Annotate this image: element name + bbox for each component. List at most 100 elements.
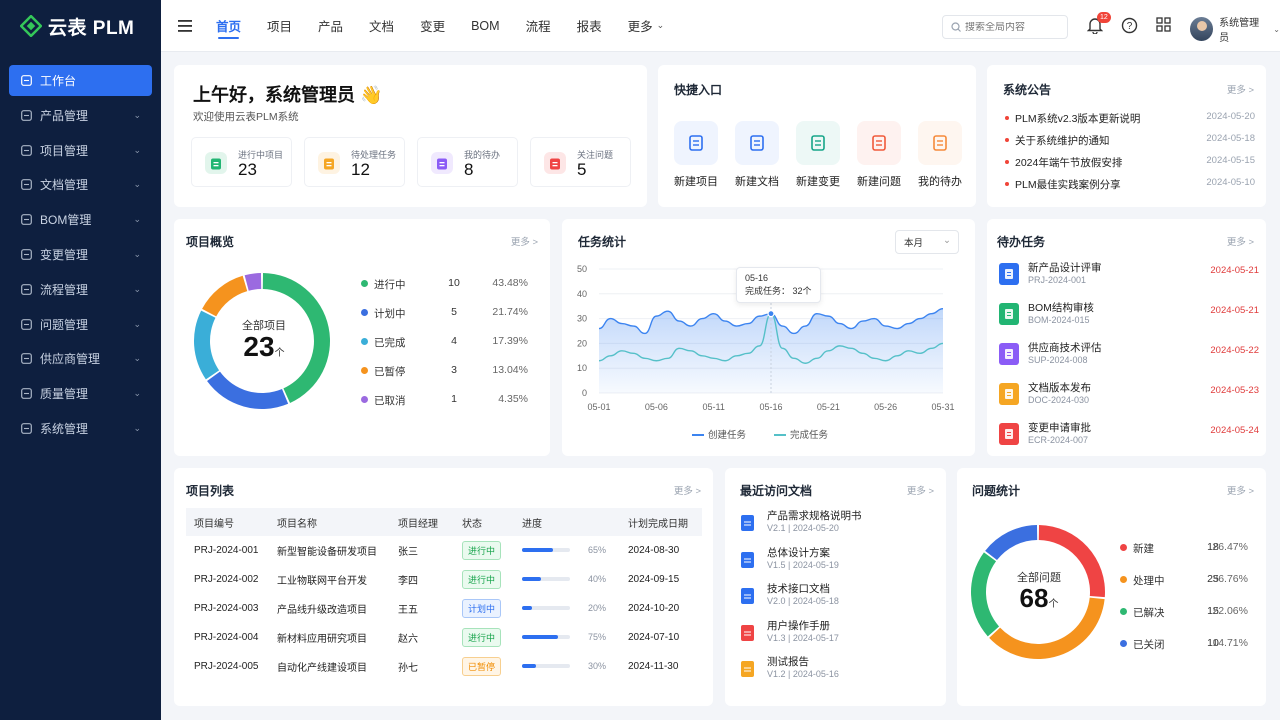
chart-tooltip: 05-16 完成任务： 32个 [736, 267, 821, 303]
stat-card[interactable]: 我的待办 8 [417, 137, 518, 187]
table-row[interactable]: PRJ-2024-005 自动化产线建设项目 孙七 已暂停 30% 2024-11-30 [186, 652, 702, 681]
sidebar-item-0[interactable]: 工作台 [9, 65, 152, 96]
doc-item[interactable]: 用户操作手册 V1.3 | 2024-05-17 [741, 618, 941, 650]
highlight-point[interactable] [767, 310, 775, 318]
sidebar-item-10[interactable]: 系统管理 ⌄ [9, 413, 152, 444]
tab-2[interactable]: 产品 [318, 0, 343, 52]
doc-item[interactable]: 测试报告 V1.2 | 2024-05-16 [741, 654, 941, 686]
notice-title: 2024年端午节放假安排 [1015, 157, 1123, 169]
notice-title: 系统公告 [1003, 83, 1052, 97]
apps-button[interactable] [1156, 17, 1174, 35]
sidebar-item-1[interactable]: 产品管理 ⌄ [9, 100, 152, 131]
project-donut-slice-3[interactable] [202, 275, 248, 317]
sidebar-item-9[interactable]: 质量管理 ⌄ [9, 378, 152, 409]
x-tick-label: 05-11 [702, 402, 724, 412]
project-donut-slice-1[interactable] [207, 371, 289, 409]
sidebar-item-6[interactable]: 流程管理 ⌄ [9, 274, 152, 305]
legend-name: 处理中 [1133, 575, 1165, 587]
sidebar-item-5[interactable]: 变更管理 ⌄ [9, 239, 152, 270]
global-search[interactable] [942, 15, 1068, 39]
todo-date: 2024-05-21 [1210, 265, 1259, 276]
notice-item[interactable]: 2024年端午节放假安排 2024-05-15 [1005, 155, 1255, 169]
sidebar-item-4[interactable]: BOM管理 ⌄ [9, 204, 152, 235]
todo-item[interactable]: 新产品设计评审 PRJ-2024-001 2024-05-21 [999, 259, 1259, 291]
sidebar-item-2[interactable]: 项目管理 ⌄ [9, 135, 152, 166]
issue-donut-slice-3[interactable] [985, 525, 1038, 561]
table-row[interactable]: PRJ-2024-004 新材料应用研究项目 赵六 进行中 75% 2024-07-10 [186, 623, 702, 652]
doc-item[interactable]: 产品需求规格说明书 V2.1 | 2024-05-20 [741, 508, 941, 540]
doc-item[interactable]: 技术接口文档 V2.0 | 2024-05-18 [741, 581, 941, 613]
legend-count: 3 [451, 364, 457, 376]
quick-entry-3[interactable]: 新建问题 [857, 121, 901, 189]
menu-toggle-button[interactable] [161, 0, 208, 52]
help-icon: ? [1121, 17, 1138, 34]
legend-dot [1120, 608, 1127, 615]
tab-8[interactable]: 更多 ⌄ [628, 0, 665, 52]
issues-more-link[interactable]: 更多 > [1227, 483, 1254, 497]
legend-percent: 4.35% [498, 393, 528, 405]
table-row[interactable]: PRJ-2024-003 产品线升级改造项目 王五 计划中 20% 2024-10-20 [186, 594, 702, 623]
overview-more-link[interactable]: 更多 > [511, 234, 538, 248]
project-donut-slice-4[interactable] [244, 273, 262, 291]
sidebar-item-7[interactable]: 问题管理 ⌄ [9, 309, 152, 340]
stat-card[interactable]: 关注问题 5 [530, 137, 631, 187]
quick-entry-card: 快捷入口 新建项目 新建文档 新建变更 新建问题 我的待办 [658, 65, 976, 207]
progress-cell: 75% [514, 623, 620, 652]
legend-row: 已完成 4 17.39% [361, 335, 528, 349]
new-issue-icon [857, 121, 901, 165]
quick-entry-4[interactable]: 我的待办 [918, 121, 962, 189]
todo-item[interactable]: BOM结构审核 BOM-2024-015 2024-05-21 [999, 299, 1259, 331]
app-logo[interactable]: 云表 PLM [0, 0, 161, 52]
tab-1[interactable]: 项目 [267, 0, 292, 52]
todo-item[interactable]: 供应商技术评估 SUP-2024-008 2024-05-22 [999, 339, 1259, 371]
doc-name: 用户操作手册 [767, 619, 830, 632]
legend-percent: 26.47% [1212, 541, 1248, 553]
sidebar-item-8[interactable]: 供应商管理 ⌄ [9, 343, 152, 374]
todo-name: 文档版本发布 [1028, 382, 1091, 394]
sidebar-item-3[interactable]: 文档管理 ⌄ [9, 169, 152, 200]
todo-item[interactable]: 变更申请审批 ECR-2024-007 2024-05-24 [999, 419, 1259, 451]
notice-item[interactable]: PLM系统v2.3版本更新说明 2024-05-20 [1005, 111, 1255, 125]
todo-name: 供应商技术评估 [1028, 342, 1102, 354]
tab-5[interactable]: BOM [471, 0, 499, 52]
notice-item[interactable]: PLM最佳实践案例分享 2024-05-10 [1005, 177, 1255, 191]
stat-card[interactable]: 待处理任务 12 [304, 137, 405, 187]
sidebar-item-label: 问题管理 [40, 317, 89, 332]
tab-4[interactable]: 变更 [420, 0, 445, 52]
todo-item[interactable]: 文档版本发布 DOC-2024-030 2024-05-23 [999, 379, 1259, 411]
recent-docs-more-link[interactable]: 更多 > [907, 483, 934, 497]
notice-item[interactable]: 关于系统维护的通知 2024-05-18 [1005, 133, 1255, 147]
x-tick-label: 05-26 [874, 402, 897, 412]
stat-value: 5 [577, 160, 587, 179]
logo-icon [19, 14, 43, 38]
quick-entry-2[interactable]: 新建变更 [796, 121, 840, 189]
svg-text:?: ? [1127, 21, 1133, 32]
table-row[interactable]: PRJ-2024-002 工业物联网平台开发 李四 进行中 40% 2024-09-15 [186, 565, 702, 594]
tab-0[interactable]: 首页 [216, 0, 241, 52]
quick-entry-label: 我的待办 [918, 176, 962, 188]
quick-entry-1[interactable]: 新建文档 [735, 121, 779, 189]
bom-icon [20, 214, 32, 226]
quick-entry-0[interactable]: 新建项目 [674, 121, 718, 189]
progress-fill [522, 606, 532, 611]
project-list-more-link[interactable]: 更多 > [674, 483, 701, 497]
tab-7[interactable]: 报表 [577, 0, 602, 52]
user-menu[interactable]: 系统管理员 ⌄ [1190, 14, 1280, 44]
notice-more-link[interactable]: 更多 > [1227, 82, 1254, 96]
stat-card[interactable]: 进行中项目 23 [191, 137, 292, 187]
tab-3[interactable]: 文档 [369, 0, 394, 52]
search-input[interactable] [965, 21, 1055, 33]
table-row[interactable]: PRJ-2024-001 新型智能设备研发项目 张三 进行中 65% 2024-08-30 [186, 536, 702, 565]
legend-name: 进行中 [374, 279, 406, 291]
dashboard-icon [20, 75, 32, 87]
help-button[interactable]: ? [1121, 17, 1139, 35]
notification-button[interactable]: 12 [1086, 12, 1111, 35]
donut-center-total: 23个 [194, 331, 334, 363]
todo-date: 2024-05-22 [1210, 345, 1259, 356]
doc-item[interactable]: 总体设计方案 V1.5 | 2024-05-19 [741, 545, 941, 577]
y-tick-label: 50 [577, 264, 587, 274]
tab-6[interactable]: 流程 [526, 0, 551, 52]
todo-more-link[interactable]: 更多 > [1227, 234, 1254, 248]
task-icon [999, 423, 1019, 445]
project-code: PRJ-2024-004 [194, 632, 259, 643]
